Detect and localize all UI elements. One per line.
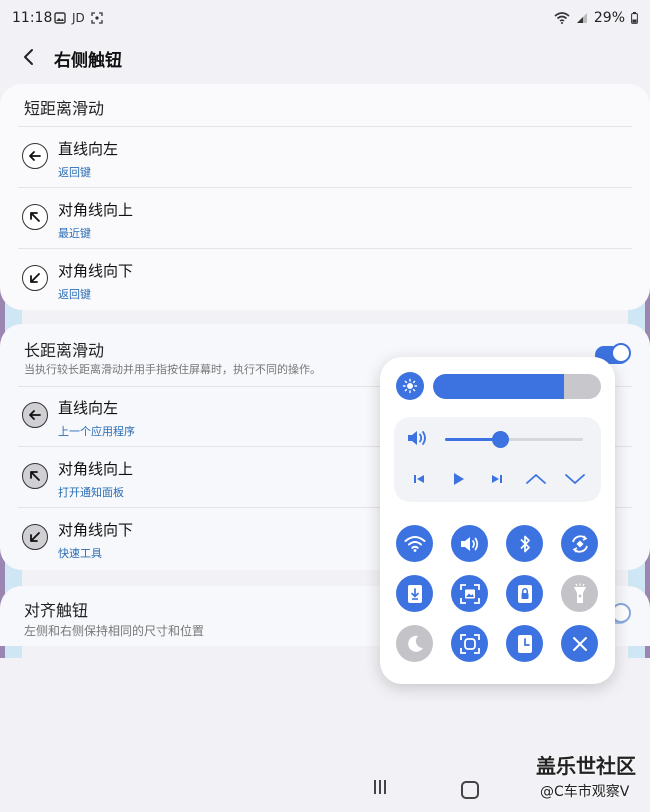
- arrow-left-icon: [22, 143, 48, 169]
- app-header: 右侧触钮: [0, 38, 650, 80]
- lock-toggle[interactable]: [506, 575, 543, 612]
- prev-track-button[interactable]: [408, 469, 430, 489]
- scroll-down-button[interactable]: [564, 469, 586, 489]
- status-time: 11:18: [12, 10, 53, 26]
- prev-track-icon: [414, 475, 424, 483]
- recent-apps-button[interactable]: [374, 780, 386, 794]
- quick-tools-panel: [380, 357, 615, 684]
- download-icon: [407, 584, 422, 603]
- sound-toggle[interactable]: [451, 525, 488, 562]
- bluetooth-icon: [519, 535, 530, 552]
- volume-knob[interactable]: [492, 431, 510, 448]
- arrow-up-left-icon: [22, 463, 48, 489]
- battery-percent: 29%: [593, 10, 625, 26]
- signal-icon: [576, 13, 587, 23]
- screen-record-icon: [91, 12, 103, 24]
- volume-slider[interactable]: [445, 431, 583, 448]
- back-button[interactable]: [16, 44, 42, 70]
- flashlight-toggle[interactable]: [561, 575, 598, 612]
- brightness-fill: [433, 374, 565, 399]
- next-track-icon: [492, 475, 502, 483]
- short-swipe-item-diag-down[interactable]: 对角线向下 返回键: [18, 249, 632, 309]
- close-panel-button[interactable]: [561, 625, 598, 662]
- status-bar: 11:18 JD 29%: [0, 0, 650, 38]
- close-icon: [572, 636, 587, 651]
- bluetooth-toggle[interactable]: [506, 525, 543, 562]
- short-swipe-title: 短距离滑动: [24, 99, 105, 118]
- download-toggle[interactable]: [396, 575, 433, 612]
- back-arrow-icon: [24, 49, 33, 65]
- align-description: 左侧和右侧保持相同的尺寸和位置: [24, 624, 205, 638]
- screenshot-toggle[interactable]: [451, 575, 488, 612]
- wifi-toggle[interactable]: [396, 525, 433, 562]
- sound-icon: [460, 536, 478, 551]
- lock-icon: [517, 584, 532, 603]
- battery-icon: [631, 12, 638, 24]
- brightness-slider[interactable]: [433, 374, 601, 399]
- flashlight-icon: [573, 583, 586, 603]
- long-swipe-title: 长距离滑动: [24, 341, 105, 360]
- watermark-main: 盖乐世社区: [536, 754, 636, 778]
- wifi-status-icon: [554, 12, 570, 24]
- short-swipe-item-left[interactable]: 直线向左 返回键: [18, 127, 632, 187]
- media-controls: [394, 417, 601, 502]
- chevron-down-icon: [565, 474, 585, 484]
- night-mode-icon: [407, 635, 423, 652]
- wifi-icon: [404, 535, 425, 552]
- brightness-icon: [396, 372, 424, 400]
- arrow-up-left-icon: [22, 204, 48, 230]
- auto-rotate-toggle[interactable]: [561, 525, 598, 562]
- watermark-sub: @C车市观察V: [540, 784, 630, 800]
- arrow-down-left-icon: [22, 524, 48, 550]
- clock-icon: [517, 634, 532, 653]
- carrier-label: JD: [72, 11, 85, 25]
- short-swipe-item-diag-up[interactable]: 对角线向上 最近键: [18, 188, 632, 248]
- screenshot-icon: [459, 583, 480, 604]
- chevron-up-icon: [526, 474, 546, 484]
- short-swipe-card: 短距离滑动 直线向左 返回键 对角线向上 最近键 对角线向下 返回键: [0, 84, 650, 310]
- page-title: 右侧触钮: [54, 51, 122, 71]
- arrow-left-icon: [22, 402, 48, 428]
- long-swipe-description: 当执行较长距离滑动并用手指按住屏幕时，执行不同的操作。: [24, 363, 321, 376]
- screen-capture-toggle[interactable]: [451, 625, 488, 662]
- play-button[interactable]: [447, 469, 469, 489]
- arrow-down-left-icon: [22, 265, 48, 291]
- scroll-up-button[interactable]: [525, 469, 547, 489]
- night-mode-toggle[interactable]: [396, 625, 433, 662]
- play-icon: [454, 473, 464, 485]
- volume-icon: [406, 428, 432, 448]
- gallery-icon: [54, 12, 66, 24]
- align-title: 对齐触钮: [24, 601, 89, 620]
- clock-toggle[interactable]: [506, 625, 543, 662]
- auto-rotate-icon: [571, 534, 588, 553]
- home-button[interactable]: [461, 781, 479, 799]
- screen-capture-icon: [459, 633, 480, 654]
- next-track-button[interactable]: [486, 469, 508, 489]
